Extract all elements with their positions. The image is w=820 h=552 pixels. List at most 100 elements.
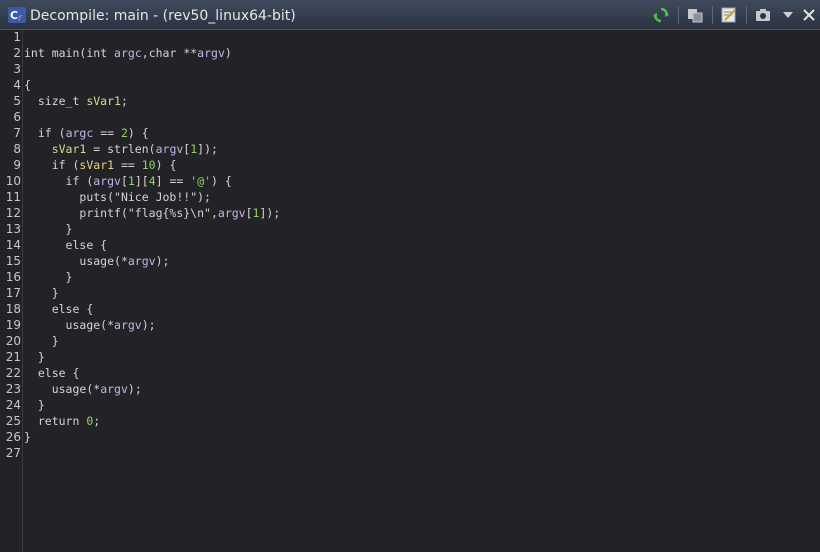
code-token[interactable]: usage: [79, 254, 114, 268]
code-token[interactable]: printf: [79, 206, 121, 220]
code-token[interactable]: int: [86, 46, 114, 60]
code-token[interactable]: ==: [114, 158, 142, 172]
code-token[interactable]: );: [142, 318, 156, 332]
code-token[interactable]: [24, 382, 52, 396]
code-token[interactable]: [24, 158, 52, 172]
code-token[interactable]: else: [38, 366, 73, 380]
code-token[interactable]: (*: [100, 318, 114, 332]
code-text[interactable]: if (argc == 2) {: [24, 125, 149, 141]
code-token[interactable]: if: [52, 158, 73, 172]
code-token[interactable]: [24, 254, 79, 268]
code-text[interactable]: printf("flag{%s}\n",argv[1]);: [24, 205, 280, 221]
code-token[interactable]: else: [66, 238, 101, 252]
code-text[interactable]: sVar1 = strlen(argv[1]);: [24, 141, 218, 157]
code-token[interactable]: argc: [66, 126, 94, 140]
code-token[interactable]: ,: [142, 46, 149, 60]
code-token[interactable]: }: [24, 350, 45, 364]
code-line[interactable]: 13 }: [0, 221, 820, 237]
code-token[interactable]: [24, 142, 52, 156]
code-token[interactable]: );: [156, 254, 170, 268]
edit-button[interactable]: [720, 6, 738, 24]
code-token[interactable]: }: [24, 398, 45, 412]
decompiler-editor[interactable]: 1 2 int main(int argc,char **argv) 3 4{5 siz…: [0, 30, 820, 552]
code-token[interactable]: 2: [121, 126, 128, 140]
code-token[interactable]: (: [59, 126, 66, 140]
code-token[interactable]: argv: [100, 382, 128, 396]
code-token[interactable]: ,: [211, 206, 218, 220]
code-token[interactable]: main: [52, 46, 80, 60]
code-text[interactable]: int main(int argc,char **argv): [24, 45, 232, 61]
dropdown-button[interactable]: [779, 6, 797, 24]
code-token[interactable]: [24, 366, 38, 380]
code-token[interactable]: (*: [114, 254, 128, 268]
code-token[interactable]: usage: [66, 318, 101, 332]
code-token[interactable]: [24, 126, 38, 140]
code-token[interactable]: );: [128, 382, 142, 396]
code-token[interactable]: (: [149, 142, 156, 156]
code-text[interactable]: if (argv[1][4] == '@') {: [24, 173, 232, 189]
code-line[interactable]: 10 if (argv[1][4] == '@') {: [0, 173, 820, 189]
code-token[interactable]: 1: [128, 174, 135, 188]
code-line[interactable]: 7 if (argc == 2) {: [0, 125, 820, 141]
code-token[interactable]: sVar1: [52, 142, 87, 156]
code-token[interactable]: "Nice Job!!": [114, 190, 197, 204]
code-line[interactable]: 26}: [0, 429, 820, 445]
code-token[interactable]: }: [24, 286, 59, 300]
close-button[interactable]: [800, 6, 818, 24]
code-token[interactable]: ;: [121, 94, 128, 108]
code-token[interactable]: );: [197, 190, 211, 204]
code-token[interactable]: if: [38, 126, 59, 140]
code-token[interactable]: [24, 190, 79, 204]
code-token[interactable]: strlen: [107, 142, 149, 156]
code-line[interactable]: 18 else {: [0, 301, 820, 317]
code-line[interactable]: 19 usage(*argv);: [0, 317, 820, 333]
code-line[interactable]: 23 usage(*argv);: [0, 381, 820, 397]
code-text[interactable]: else {: [24, 365, 80, 381]
code-token[interactable]: ) {: [211, 174, 232, 188]
code-token[interactable]: ][: [135, 174, 149, 188]
code-token[interactable]: **: [183, 46, 197, 60]
code-text[interactable]: }: [24, 221, 73, 237]
code-token[interactable]: argv: [114, 318, 142, 332]
code-line[interactable]: 20 }: [0, 333, 820, 349]
code-line[interactable]: 16 }: [0, 269, 820, 285]
snapshot-button[interactable]: [754, 6, 772, 24]
code-token[interactable]: if: [66, 174, 87, 188]
code-text[interactable]: else {: [24, 237, 108, 253]
code-line[interactable]: 2 int main(int argc,char **argv): [0, 45, 820, 61]
code-token[interactable]: argv: [93, 174, 121, 188]
code-token[interactable]: [24, 238, 66, 252]
code-line[interactable]: 5 size_t sVar1;: [0, 93, 820, 109]
code-token[interactable]: {: [86, 302, 93, 316]
code-line[interactable]: 15 usage(*argv);: [0, 253, 820, 269]
code-token[interactable]: {: [100, 238, 107, 252]
code-text[interactable]: if (sVar1 == 10) {: [24, 157, 177, 173]
code-token[interactable]: [24, 174, 66, 188]
code-token[interactable]: argc: [114, 46, 142, 60]
code-token[interactable]: argv: [218, 206, 246, 220]
code-token[interactable]: {: [24, 78, 31, 92]
code-token[interactable]: else: [52, 302, 87, 316]
code-token[interactable]: usage: [52, 382, 87, 396]
code-token[interactable]: "flag{%s}\n": [128, 206, 211, 220]
code-line[interactable]: 12 printf("flag{%s}\n",argv[1]);: [0, 205, 820, 221]
code-token[interactable]: 10: [142, 158, 156, 172]
code-token[interactable]: [: [246, 206, 253, 220]
code-token[interactable]: sVar1: [79, 158, 114, 172]
code-token[interactable]: char: [149, 46, 184, 60]
code-text[interactable]: usage(*argv);: [24, 381, 142, 397]
code-token[interactable]: puts: [79, 190, 107, 204]
code-token[interactable]: argv: [197, 46, 225, 60]
code-token[interactable]: return: [38, 414, 86, 428]
code-line[interactable]: 22 else {: [0, 365, 820, 381]
code-token[interactable]: {: [72, 366, 79, 380]
code-line[interactable]: 21 }: [0, 349, 820, 365]
code-text[interactable]: return 0;: [24, 413, 100, 429]
code-token[interactable]: (: [121, 206, 128, 220]
code-line[interactable]: 25 return 0;: [0, 413, 820, 429]
code-token[interactable]: [24, 206, 79, 220]
code-token[interactable]: (*: [86, 382, 100, 396]
code-token[interactable]: (: [107, 190, 114, 204]
code-line[interactable]: 27: [0, 445, 820, 461]
code-line[interactable]: 8 sVar1 = strlen(argv[1]);: [0, 141, 820, 157]
